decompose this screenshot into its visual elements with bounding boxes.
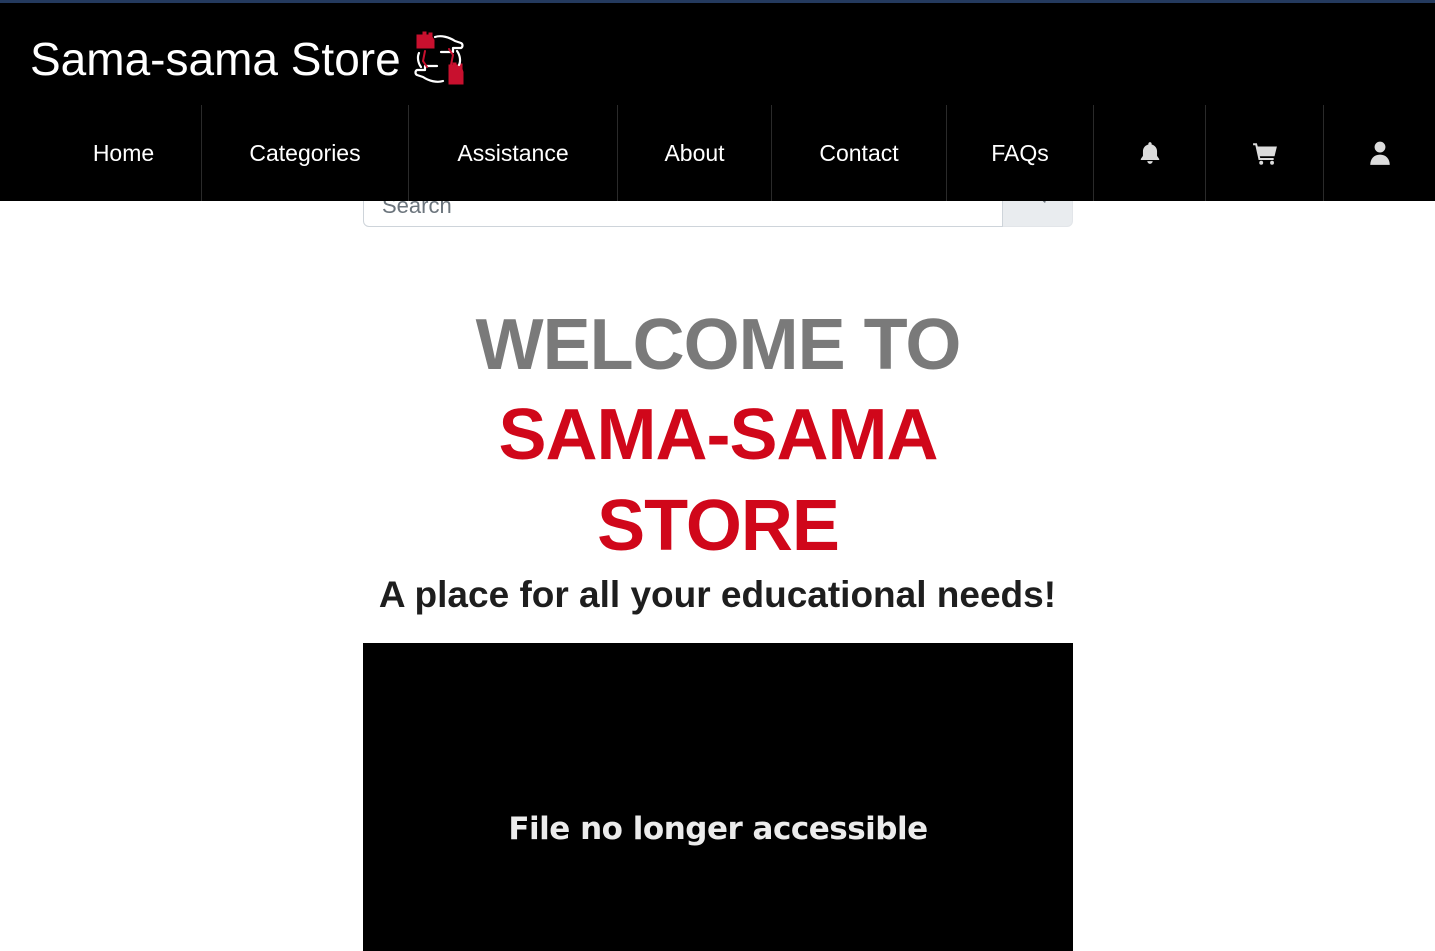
nav-assistance[interactable]: Assistance [409, 105, 618, 201]
store-name-line-2: STORE [597, 486, 840, 566]
bell-icon [1140, 142, 1159, 164]
nav-faqs[interactable]: FAQs [947, 105, 1094, 201]
user-icon [1369, 141, 1390, 165]
brand[interactable]: Sama-sama Store [30, 29, 467, 89]
nav-cart[interactable] [1206, 105, 1324, 201]
site-header: Sama-sama Store Home Categories Assistan… [0, 3, 1435, 201]
brand-name[interactable]: Sama-sama Store [30, 32, 401, 86]
store-name-line-1: SAMA-SAMA [498, 395, 939, 475]
nav-account[interactable] [1324, 105, 1435, 201]
cart-icon [1252, 143, 1277, 165]
hands-circle-logo-icon[interactable] [411, 29, 467, 89]
media-error-message: File no longer accessible [508, 811, 928, 847]
nav-home[interactable]: Home [46, 105, 202, 201]
nav-notifications[interactable] [1094, 105, 1206, 201]
welcome-text: WELCOME TO [475, 305, 962, 385]
nav-contact[interactable]: Contact [772, 105, 947, 201]
main-nav: Home Categories Assistance About Contact… [0, 105, 1435, 201]
nav-about[interactable]: About [618, 105, 772, 201]
tagline: A place for all your educational needs! [378, 574, 1057, 615]
media-player[interactable]: File no longer accessible [363, 643, 1073, 951]
hero-heading: WELCOME TO SAMA-SAMA STORE [363, 300, 1073, 572]
page: Sama-sama Store Home Categories Assistan… [0, 0, 1435, 951]
nav-categories[interactable]: Categories [202, 105, 409, 201]
